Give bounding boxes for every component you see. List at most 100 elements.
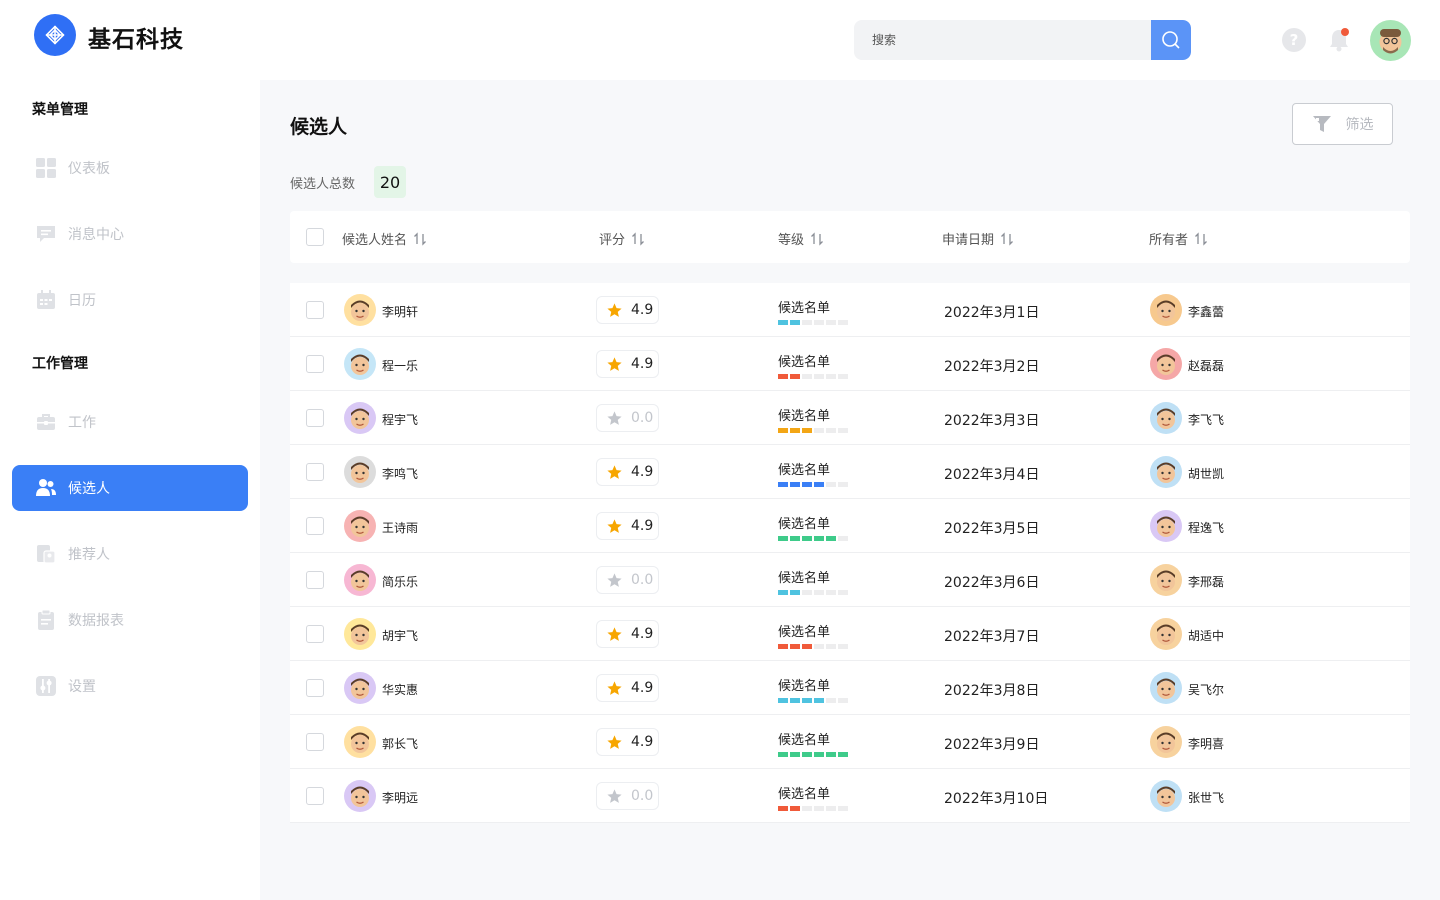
star-icon <box>607 410 622 425</box>
owner-name[interactable]: 程逸飞 <box>1188 519 1224 536</box>
row-checkbox[interactable] <box>306 787 324 805</box>
column-header-rating[interactable]: 评分 <box>599 229 645 248</box>
level-bar-segment <box>826 698 836 703</box>
level-bars <box>778 428 848 433</box>
owner-name[interactable]: 李明喜 <box>1188 735 1224 752</box>
row-checkbox[interactable] <box>306 517 324 535</box>
owner-name[interactable]: 李飞飞 <box>1188 411 1224 428</box>
sidebar-item-label: 推荐人 <box>68 547 110 563</box>
column-header-date[interactable]: 申请日期 <box>942 229 1014 248</box>
candidate-name[interactable]: 华实惠 <box>382 681 418 698</box>
level-bar-segment <box>790 374 800 379</box>
level-bar-segment <box>838 590 848 595</box>
table-row[interactable]: 简乐乐 0.0 候选名单 2022年3月6日 李邢磊 <box>290 553 1410 607</box>
table-row[interactable]: 程一乐 4.9 候选名单 2022年3月2日 赵磊磊 <box>290 337 1410 391</box>
sidebar-item-label: 候选人 <box>68 481 110 497</box>
level-indicator: 候选名单 <box>778 675 848 703</box>
owner-name[interactable]: 张世飞 <box>1188 789 1224 806</box>
candidate-name[interactable]: 程一乐 <box>382 357 418 374</box>
table-row[interactable]: 李鸣飞 4.9 候选名单 2022年3月4日 胡世凯 <box>290 445 1410 499</box>
owner-name[interactable]: 李邢磊 <box>1188 573 1224 590</box>
row-checkbox[interactable] <box>306 355 324 373</box>
level-bar-segment <box>778 752 788 757</box>
owner-name[interactable]: 赵磊磊 <box>1188 357 1224 374</box>
candidate-avatar <box>344 348 376 380</box>
owner-name[interactable]: 李鑫蕾 <box>1188 303 1224 320</box>
search-button[interactable] <box>1151 20 1191 60</box>
row-checkbox[interactable] <box>306 679 324 697</box>
candidate-avatar <box>344 672 376 704</box>
star-icon <box>607 518 622 533</box>
owner-name[interactable]: 胡世凯 <box>1188 465 1224 482</box>
row-checkbox[interactable] <box>306 463 324 481</box>
sort-icon[interactable] <box>413 231 427 246</box>
search-input[interactable] <box>854 20 1151 60</box>
sidebar-item-candidates[interactable]: 候选人 <box>12 465 248 511</box>
sidebar-item-dashboard[interactable]: 仪表板 <box>12 145 248 191</box>
sort-icon[interactable] <box>810 231 824 246</box>
candidate-name[interactable]: 胡宇飞 <box>382 627 418 644</box>
level-bar-segment <box>790 536 800 541</box>
rating-badge: 4.9 <box>596 674 659 702</box>
sidebar-item-jobs[interactable]: 工作 <box>12 399 248 445</box>
candidate-name[interactable]: 李鸣飞 <box>382 465 418 482</box>
rating-value: 0.0 <box>631 410 654 426</box>
help-icon[interactable]: ? <box>1282 28 1306 52</box>
candidate-name[interactable]: 王诗雨 <box>382 519 418 536</box>
level-bar-segment <box>802 644 812 649</box>
sort-icon[interactable] <box>1194 231 1208 246</box>
level-bar-segment <box>802 590 812 595</box>
rating-value: 0.0 <box>631 572 654 588</box>
row-checkbox[interactable] <box>306 571 324 589</box>
user-avatar[interactable] <box>1370 20 1411 61</box>
column-header-name[interactable]: 候选人姓名 <box>342 229 427 248</box>
sidebar-item-messages[interactable]: 消息中心 <box>12 211 248 257</box>
sidebar-item-calendar[interactable]: 日历 <box>12 277 248 323</box>
total-label: 候选人总数 <box>290 177 356 192</box>
level-bars <box>778 374 848 379</box>
level-bar-segment <box>838 428 848 433</box>
level-bar-segment <box>814 374 824 379</box>
row-checkbox[interactable] <box>306 409 324 427</box>
candidate-name[interactable]: 郭长飞 <box>382 735 418 752</box>
sidebar-item-settings[interactable]: 设置 <box>12 663 248 709</box>
sidebar-item-reports[interactable]: 数据报表 <box>12 597 248 643</box>
table-row[interactable]: 华实惠 4.9 候选名单 2022年3月8日 吴飞尔 <box>290 661 1410 715</box>
column-header-level[interactable]: 等级 <box>778 229 824 248</box>
table-row[interactable]: 李明远 0.0 候选名单 2022年3月10日 张世飞 <box>290 769 1410 823</box>
row-checkbox[interactable] <box>306 733 324 751</box>
owner-avatar <box>1150 402 1182 434</box>
candidate-name[interactable]: 简乐乐 <box>382 573 418 590</box>
settings-icon <box>35 675 57 697</box>
users-icon <box>35 477 57 499</box>
company-logo[interactable] <box>34 14 76 56</box>
sidebar-section-work: 工作管理 <box>32 356 88 372</box>
apply-date: 2022年3月10日 <box>944 791 1049 807</box>
candidate-name[interactable]: 李明轩 <box>382 303 418 320</box>
select-all-checkbox[interactable] <box>306 228 324 246</box>
column-header-label: 候选人姓名 <box>342 233 408 248</box>
level-bar-segment <box>838 698 848 703</box>
candidate-name[interactable]: 程宇飞 <box>382 411 418 428</box>
owner-name[interactable]: 胡适中 <box>1188 627 1224 644</box>
table-row[interactable]: 李明轩 4.9 候选名单 2022年3月1日 李鑫蕾 <box>290 283 1410 337</box>
table-row[interactable]: 王诗雨 4.9 候选名单 2022年3月5日 程逸飞 <box>290 499 1410 553</box>
table-row[interactable]: 程宇飞 0.0 候选名单 2022年3月3日 李飞飞 <box>290 391 1410 445</box>
level-bar-segment <box>814 752 824 757</box>
row-checkbox[interactable] <box>306 625 324 643</box>
level-bar-segment <box>838 482 848 487</box>
sort-icon[interactable] <box>631 231 645 246</box>
column-header-owner[interactable]: 所有者 <box>1149 229 1208 248</box>
filter-button[interactable]: 筛选 <box>1292 103 1393 145</box>
table-row[interactable]: 郭长飞 4.9 候选名单 2022年3月9日 李明喜 <box>290 715 1410 769</box>
sidebar-item-label: 设置 <box>68 679 96 695</box>
owner-name[interactable]: 吴飞尔 <box>1188 681 1224 698</box>
logo-diamond-icon <box>45 25 65 45</box>
candidate-name[interactable]: 李明远 <box>382 789 418 806</box>
sidebar-item-referrers[interactable]: 推荐人 <box>12 531 248 577</box>
sort-icon[interactable] <box>1000 231 1014 246</box>
table-row[interactable]: 胡宇飞 4.9 候选名单 2022年3月7日 胡适中 <box>290 607 1410 661</box>
row-checkbox[interactable] <box>306 301 324 319</box>
star-icon <box>607 356 622 371</box>
level-bar-segment <box>790 644 800 649</box>
